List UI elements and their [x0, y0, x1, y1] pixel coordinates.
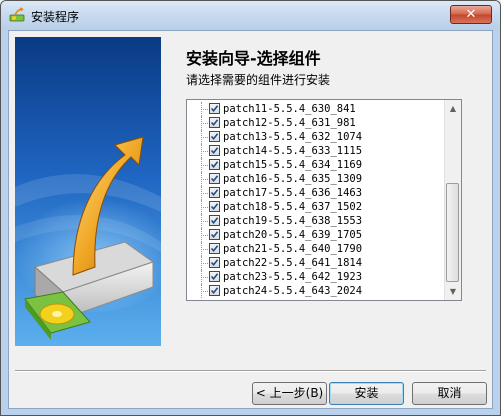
close-button[interactable]: ✕	[450, 5, 492, 24]
component-label: patch24-5.5.4_643_2024	[223, 285, 363, 297]
component-list[interactable]: patch11-5.5.4_630_841 patch12-5.5.4_631_9…	[186, 99, 462, 301]
scroll-up-button[interactable]: ▲	[445, 100, 461, 117]
component-label: patch16-5.5.4_635_1309	[223, 173, 363, 185]
list-item[interactable]: patch12-5.5.4_631_981	[187, 116, 442, 130]
tree-line	[201, 193, 208, 194]
component-label: patch19-5.5.4_638_1553	[223, 215, 363, 227]
back-button[interactable]: < 上一步(B)	[252, 382, 327, 405]
wizard-panel: 安装向导-选择组件 请选择需要的组件进行安装 patch11-5.5.4_630…	[8, 30, 493, 409]
disk-drive-arrow-icon	[15, 37, 161, 346]
component-checkbox[interactable]	[209, 215, 220, 226]
component-checkbox[interactable]	[209, 159, 220, 170]
component-checkbox[interactable]	[209, 117, 220, 128]
tree-line	[201, 291, 208, 292]
checkmark-icon	[210, 161, 219, 169]
checkmark-icon	[210, 273, 219, 281]
checkmark-icon	[210, 175, 219, 183]
component-checkbox[interactable]	[209, 187, 220, 198]
component-checkbox[interactable]	[209, 103, 220, 114]
tree-line	[201, 109, 208, 110]
list-item[interactable]: patch15-5.5.4_634_1169	[187, 158, 442, 172]
tree-line	[201, 179, 208, 180]
tree-line	[201, 123, 208, 124]
component-label: patch18-5.5.4_637_1502	[223, 201, 363, 213]
component-checkbox[interactable]	[209, 285, 220, 296]
checkmark-icon	[210, 133, 219, 141]
component-checkbox[interactable]	[209, 145, 220, 156]
tree-line	[201, 277, 208, 278]
checkmark-icon	[210, 231, 219, 239]
tree-line	[201, 151, 208, 152]
tree-line	[201, 263, 208, 264]
component-label: patch14-5.5.4_633_1115	[223, 145, 363, 157]
component-label: patch11-5.5.4_630_841	[223, 103, 356, 115]
list-item[interactable]: patch13-5.5.4_632_1074	[187, 130, 442, 144]
component-label: patch20-5.5.4_639_1705	[223, 229, 363, 241]
scroll-thumb[interactable]	[446, 183, 459, 282]
checkmark-icon	[210, 119, 219, 127]
tree-line	[201, 165, 208, 166]
scroll-down-button[interactable]: ▼	[445, 283, 461, 300]
button-divider	[15, 370, 486, 372]
list-item[interactable]: patch22-5.5.4_641_1814	[187, 256, 442, 270]
installer-icon	[9, 7, 25, 23]
chevron-down-icon: ▼	[449, 287, 457, 296]
component-label: patch23-5.5.4_642_1923	[223, 271, 363, 283]
tree-line	[201, 221, 208, 222]
list-item[interactable]: patch21-5.5.4_640_1790	[187, 242, 442, 256]
vertical-scrollbar[interactable]: ▲ ▼	[444, 100, 461, 300]
component-label: patch22-5.5.4_641_1814	[223, 257, 363, 269]
component-label: patch21-5.5.4_640_1790	[223, 243, 363, 255]
page-subtitle: 请选择需要的组件进行安装	[186, 73, 331, 87]
title-bar[interactable]: 安装程序 ✕	[1, 1, 500, 30]
component-checkbox[interactable]	[209, 173, 220, 184]
checkmark-icon	[210, 105, 219, 113]
tree-line	[201, 137, 208, 138]
list-item[interactable]: patch24-5.5.4_643_2024	[187, 284, 442, 298]
cancel-button[interactable]: 取消	[412, 382, 487, 405]
list-item[interactable]: patch20-5.5.4_639_1705	[187, 228, 442, 242]
checkmark-icon	[210, 217, 219, 225]
component-label: patch15-5.5.4_634_1169	[223, 159, 363, 171]
list-item[interactable]: patch17-5.5.4_636_1463	[187, 186, 442, 200]
checkmark-icon	[210, 287, 219, 295]
component-checkbox[interactable]	[209, 201, 220, 212]
component-label: patch12-5.5.4_631_981	[223, 117, 356, 129]
checkmark-icon	[210, 259, 219, 267]
list-item[interactable]: patch16-5.5.4_635_1309	[187, 172, 442, 186]
checkmark-icon	[210, 203, 219, 211]
component-label: patch17-5.5.4_636_1463	[223, 187, 363, 199]
install-button[interactable]: 安装	[329, 382, 404, 405]
list-item[interactable]: patch14-5.5.4_633_1115	[187, 144, 442, 158]
window-title: 安装程序	[31, 10, 80, 24]
component-checkbox[interactable]	[209, 257, 220, 268]
list-item[interactable]: patch11-5.5.4_630_841	[187, 102, 442, 116]
checkmark-icon	[210, 245, 219, 253]
page-title: 安装向导-选择组件	[186, 49, 321, 68]
tree-line	[201, 249, 208, 250]
component-checkbox[interactable]	[209, 131, 220, 142]
component-checkbox[interactable]	[209, 229, 220, 240]
list-item[interactable]: patch23-5.5.4_642_1923	[187, 270, 442, 284]
banner-image	[15, 37, 161, 346]
close-icon: ✕	[465, 7, 477, 22]
component-checkbox[interactable]	[209, 271, 220, 282]
checkmark-icon	[210, 147, 219, 155]
component-label: patch13-5.5.4_632_1074	[223, 131, 363, 143]
list-item[interactable]: patch19-5.5.4_638_1553	[187, 214, 442, 228]
list-item[interactable]: patch18-5.5.4_637_1502	[187, 200, 442, 214]
tree-line	[201, 235, 208, 236]
chevron-up-icon: ▲	[449, 104, 457, 113]
checkmark-icon	[210, 189, 219, 197]
component-checkbox[interactable]	[209, 243, 220, 254]
tree-line	[201, 207, 208, 208]
component-tree: patch11-5.5.4_630_841 patch12-5.5.4_631_9…	[187, 100, 442, 300]
installer-window: 安装程序 ✕ 安装向导-选择组件 请选择需要的组件进行安装 patch11-5.…	[0, 0, 501, 416]
